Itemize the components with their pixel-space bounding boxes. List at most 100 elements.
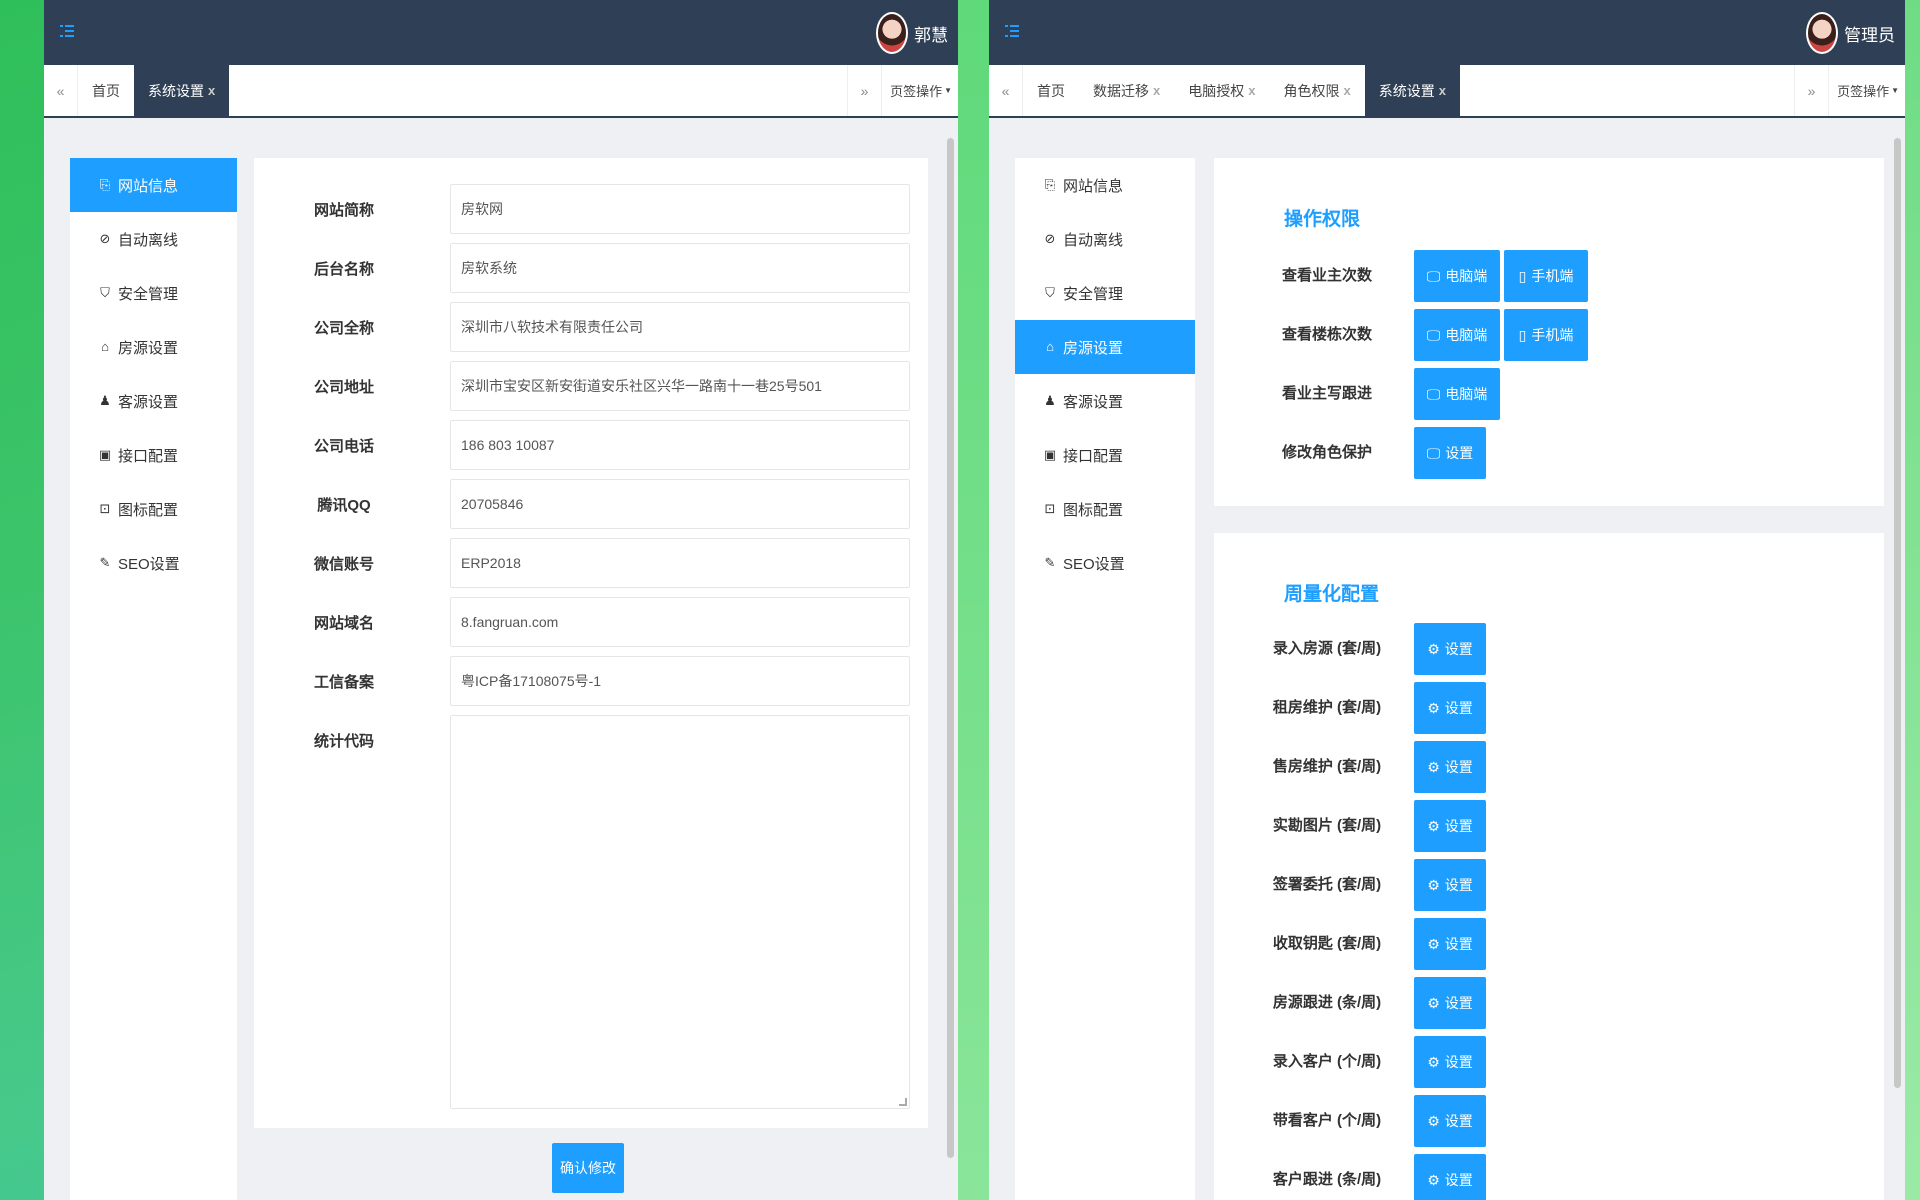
- user-icon: ♟: [1044, 393, 1056, 408]
- sidebar-item-icon-config[interactable]: ⊡ 图标配置: [70, 482, 237, 536]
- sidebar-item-label: 自动离线: [118, 231, 179, 249]
- tab-bar: « 首页 系统设置 x » 页签操作 ▼: [44, 65, 958, 118]
- stats-code-textarea[interactable]: [450, 715, 910, 1109]
- home-icon: ⌂: [101, 339, 109, 354]
- weekly-settings-button[interactable]: ⚙ 设置: [1414, 682, 1486, 734]
- field-label: 工信备案: [313, 674, 374, 691]
- tab-scroll-right-icon[interactable]: »: [1794, 65, 1828, 116]
- sidebar-item-label: 网站信息: [1063, 177, 1124, 195]
- resize-handle-icon[interactable]: [899, 1098, 907, 1106]
- tab-pc-auth[interactable]: 电脑授权 x: [1174, 65, 1269, 116]
- sidebar-item-client-settings[interactable]: ♟ 客源设置: [70, 374, 237, 428]
- sidebar-item-security[interactable]: ⛉ 安全管理: [1015, 266, 1195, 320]
- tab-scroll-right-icon[interactable]: »: [847, 65, 881, 116]
- doc-icon: ⎘: [99, 177, 111, 192]
- phone-icon: ▯: [1518, 326, 1527, 343]
- menu-toggle-icon[interactable]: [1003, 22, 1023, 42]
- weekly-settings-button[interactable]: ⚙ 设置: [1414, 800, 1486, 852]
- scrollbar[interactable]: [947, 138, 954, 1158]
- tab-role-perms[interactable]: 角色权限 x: [1269, 65, 1364, 116]
- weekly-settings-button[interactable]: ⚙ 设置: [1414, 1095, 1486, 1147]
- mobile-button[interactable]: ▯ 手机端: [1504, 250, 1588, 302]
- site-short-name-input[interactable]: 房软网: [450, 184, 910, 234]
- tab-ops-menu[interactable]: 页签操作 ▼: [1828, 65, 1905, 116]
- weekly-settings-button[interactable]: ⚙ 设置: [1414, 977, 1486, 1029]
- section-title: 操作权限: [1284, 209, 1361, 230]
- tab-data-migration[interactable]: 数据迁移 x: [1079, 65, 1174, 116]
- tab-ops-menu[interactable]: 页签操作 ▼: [881, 65, 958, 116]
- top-bar: 管理员: [989, 0, 1905, 65]
- close-icon[interactable]: x: [1153, 83, 1160, 98]
- pc-button[interactable]: 🖵 电脑端: [1414, 309, 1500, 361]
- sidebar-item-house-settings[interactable]: ⌂ 房源设置: [70, 320, 237, 374]
- tab-label: 首页: [92, 82, 120, 99]
- tab-label: 首页: [1037, 82, 1065, 99]
- company-full-name-input[interactable]: 深圳市八软技术有限责任公司: [450, 302, 910, 352]
- company-address-input[interactable]: 深圳市宝安区新安街道安乐社区兴华一路南十一巷25号501: [450, 361, 910, 411]
- gear-icon: ⚙: [1427, 994, 1440, 1011]
- weekly-settings-button[interactable]: ⚙ 设置: [1414, 1154, 1486, 1200]
- user-menu[interactable]: 管理员: [1806, 12, 1895, 54]
- sidebar-item-house-settings[interactable]: ⌂ 房源设置: [1015, 320, 1195, 374]
- menu-toggle-icon[interactable]: [58, 22, 78, 42]
- sidebar-item-auto-offline[interactable]: ⊘ 自动离线: [70, 212, 237, 266]
- tab-home[interactable]: 首页: [78, 65, 134, 116]
- button-label: 设置: [1444, 1113, 1473, 1129]
- button-label: 手机端: [1531, 327, 1574, 343]
- pc-button[interactable]: 🖵 电脑端: [1414, 368, 1500, 420]
- scrollbar[interactable]: [1894, 138, 1901, 1088]
- perm-label: 看业主写跟进: [1281, 385, 1372, 402]
- weekly-label: 实勘图片 (套/周): [1272, 817, 1382, 834]
- sidebar-item-site-info[interactable]: ⎘ 网站信息: [70, 158, 237, 212]
- close-icon[interactable]: x: [1439, 83, 1446, 98]
- weekly-settings-button[interactable]: ⚙ 设置: [1414, 741, 1486, 793]
- sidebar-item-site-info[interactable]: ⎘ 网站信息: [1015, 158, 1195, 212]
- company-phone-input[interactable]: 186 803 10087: [450, 420, 910, 470]
- sidebar-item-auto-offline[interactable]: ⊘ 自动离线: [1015, 212, 1195, 266]
- field-label: 腾讯QQ: [317, 497, 371, 514]
- domain-input[interactable]: 8.fangruan.com: [450, 597, 910, 647]
- chevron-down-icon: ▼: [944, 86, 952, 95]
- tab-scroll-left-icon[interactable]: «: [989, 65, 1023, 116]
- tab-system-settings[interactable]: 系统设置 x: [1364, 65, 1460, 116]
- settings-button[interactable]: 🖵 设置: [1414, 427, 1486, 479]
- weekly-label: 带看客户 (个/周): [1272, 1112, 1382, 1129]
- sidebar-item-security[interactable]: ⛉ 安全管理: [70, 266, 237, 320]
- tab-system-settings[interactable]: 系统设置 x: [134, 65, 230, 116]
- settings-sidenav: ⎘ 网站信息 ⊘ 自动离线 ⛉ 安全管理 ⌂ 房源设置 ♟ 客源设置 ▣ 接口配置 ⊡ 图标配…: [70, 158, 237, 1200]
- button-label: 设置: [1444, 936, 1473, 952]
- sidebar-item-api-config[interactable]: ▣ 接口配置: [70, 428, 237, 482]
- weekly-settings-button[interactable]: ⚙ 设置: [1414, 1036, 1486, 1088]
- close-icon[interactable]: x: [1248, 83, 1255, 98]
- home-icon: ⌂: [1046, 339, 1054, 354]
- close-icon[interactable]: x: [208, 83, 215, 98]
- tab-home[interactable]: 首页: [1023, 65, 1079, 116]
- sidebar-item-seo[interactable]: ✎ SEO设置: [1015, 536, 1195, 590]
- qq-input[interactable]: 20705846: [450, 479, 910, 529]
- mobile-button[interactable]: ▯ 手机端: [1504, 309, 1588, 361]
- button-label: 设置: [1444, 641, 1473, 657]
- weekly-settings-button[interactable]: ⚙ 设置: [1414, 623, 1486, 675]
- close-icon[interactable]: x: [1343, 83, 1350, 98]
- avatar: [876, 12, 908, 54]
- right-window: 管理员 « 首页 数据迁移 x 电脑授权 x 角色权限 x 系统设置 x » 页签操作 ▼…: [989, 0, 1905, 1200]
- admin-name-input[interactable]: 房软系统: [450, 243, 910, 293]
- weekly-label: 签署委托 (套/周): [1272, 876, 1382, 893]
- doc-icon: ⎘: [1044, 177, 1056, 192]
- user-menu[interactable]: 郭慧: [876, 12, 948, 54]
- weekly-settings-button[interactable]: ⚙ 设置: [1414, 859, 1486, 911]
- weekly-settings-button[interactable]: ⚙ 设置: [1414, 918, 1486, 970]
- wechat-input[interactable]: ERP2018: [450, 538, 910, 588]
- pc-button[interactable]: 🖵 电脑端: [1414, 250, 1500, 302]
- sidebar-item-icon-config[interactable]: ⊡ 图标配置: [1015, 482, 1195, 536]
- weekly-label: 录入客户 (个/周): [1272, 1053, 1382, 1070]
- button-label: 电脑端: [1445, 386, 1488, 402]
- field-label: 公司全称: [313, 320, 374, 337]
- perm-label: 查看业主次数: [1281, 267, 1372, 284]
- confirm-button[interactable]: 确认修改: [552, 1143, 624, 1193]
- tab-scroll-left-icon[interactable]: «: [44, 65, 78, 116]
- sidebar-item-client-settings[interactable]: ♟ 客源设置: [1015, 374, 1195, 428]
- sidebar-item-seo[interactable]: ✎ SEO设置: [70, 536, 237, 590]
- sidebar-item-api-config[interactable]: ▣ 接口配置: [1015, 428, 1195, 482]
- icp-input[interactable]: 粤ICP备17108075号-1: [450, 656, 910, 706]
